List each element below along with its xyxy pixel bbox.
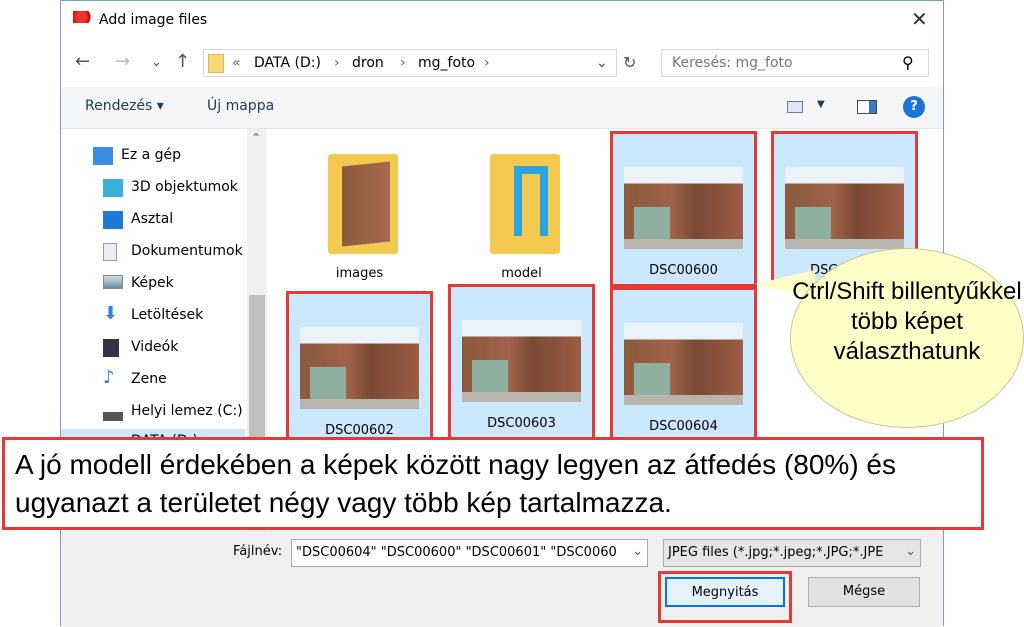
file-name: DSC00602	[325, 423, 394, 438]
separator[interactable]: ›	[334, 55, 340, 71]
file-item-dsc00603[interactable]: DSC00603	[448, 284, 595, 440]
photo-thumbnail	[624, 167, 743, 249]
file-name: model	[501, 266, 542, 281]
chevron-down-icon[interactable]: ⌄	[632, 544, 643, 559]
file-item-model[interactable]: model	[450, 136, 593, 288]
chevron-down-icon[interactable]: ⌄	[905, 544, 916, 559]
recent-dropdown[interactable]: ⌄	[151, 55, 162, 70]
toolbar: Rendezés ▾ Új mappa ▼ ?	[61, 87, 943, 129]
cube-icon	[103, 179, 123, 197]
refresh-button[interactable]: ↻	[623, 53, 636, 72]
app-icon	[73, 11, 93, 23]
folder-icon	[208, 54, 224, 73]
search-placeholder: Keresés: mg_foto	[672, 55, 793, 71]
search-icon: ⚲	[902, 53, 914, 72]
photo-thumbnail	[300, 327, 419, 409]
dialog-footer: Fájlnév: "DSC00604" "DSC00600" "DSC00601…	[61, 531, 943, 627]
download-icon: ⬇	[103, 303, 119, 324]
drive-icon	[103, 403, 123, 421]
cancel-button[interactable]: Mégse	[808, 577, 920, 607]
video-icon	[103, 339, 119, 357]
separator[interactable]: ›	[484, 55, 490, 71]
photo-thumbnail	[624, 323, 743, 405]
separator[interactable]: ›	[400, 55, 406, 71]
folder-icon	[490, 154, 560, 254]
preview-pane-icon[interactable]	[857, 100, 877, 114]
overflow-chevron[interactable]: «	[232, 55, 241, 71]
sidebar-item-label: Asztal	[131, 211, 174, 227]
sidebar-item-label: 3D objektumok	[131, 179, 238, 195]
pictures-icon	[103, 275, 123, 289]
filename-label: Fájlnév:	[233, 544, 283, 559]
file-item-dsc00600[interactable]: DSC00600	[610, 131, 757, 287]
view-icon[interactable]	[787, 101, 803, 113]
file-item-dsc00602[interactable]: DSC00602	[286, 291, 433, 447]
open-button[interactable]: Megnyitás	[665, 577, 785, 607]
window-title: Add image files	[99, 12, 208, 28]
filename-input[interactable]: "DSC00604" "DSC00600" "DSC00601" "DSC006…	[291, 539, 648, 567]
scroll-up-icon[interactable]: ⌃	[251, 131, 261, 145]
breadcrumb-data[interactable]: DATA (D:)	[254, 55, 321, 71]
search-input[interactable]: Keresés: mg_foto ⚲	[661, 49, 929, 77]
photo-thumbnail	[785, 167, 904, 249]
new-folder-button[interactable]: Új mappa	[207, 98, 274, 114]
breadcrumb-dron[interactable]: dron	[352, 55, 384, 71]
sidebar-item-label: Ez a gép	[121, 147, 182, 163]
file-name: images	[335, 266, 384, 281]
help-button[interactable]: ?	[903, 96, 925, 118]
file-item-dsc00604[interactable]: DSC00604	[610, 287, 757, 443]
desktop-icon	[103, 211, 123, 229]
sidebar-item-label: Helyi lemez (C:)	[131, 403, 243, 419]
filename-value: "DSC00604" "DSC00600" "DSC00601" "DSC006…	[296, 545, 617, 560]
music-icon: ♪	[103, 367, 115, 388]
close-button[interactable]: ✕	[911, 7, 928, 31]
file-name: DSC00600	[649, 263, 718, 278]
back-button[interactable]: ←	[75, 51, 90, 72]
address-bar[interactable]: « DATA (D:) › dron › mg_foto › ⌄	[203, 49, 617, 77]
file-type-value: JPEG files (*.jpg;*.jpeg;*.JPG;*.JPE	[668, 545, 884, 560]
forward-button[interactable]: →	[115, 51, 130, 72]
address-dropdown[interactable]: ⌄	[596, 55, 608, 71]
computer-icon	[93, 147, 113, 165]
document-icon	[103, 243, 117, 261]
file-type-select[interactable]: JPEG files (*.jpg;*.jpeg;*.JPG;*.JPE ⌄	[663, 539, 921, 567]
sidebar-item-label: Dokumentumok	[131, 243, 243, 259]
view-dropdown-icon[interactable]: ▼	[817, 99, 825, 110]
title-bar: Add image files ✕	[61, 1, 943, 41]
breadcrumb-mg-foto[interactable]: mg_foto	[418, 55, 475, 71]
folder-icon	[328, 154, 398, 254]
sidebar-item-label: Videók	[131, 339, 179, 355]
annotation-box: A jó modell érdekében a képek között nag…	[2, 437, 984, 530]
sidebar-item-label: Képek	[131, 275, 174, 291]
file-name: DSC00604	[649, 419, 718, 434]
sidebar-item-label: Letöltések	[131, 307, 204, 323]
file-name: DSC00603	[487, 416, 556, 431]
organize-button[interactable]: Rendezés ▾	[85, 98, 164, 114]
callout-bubble: Ctrl/Shift billentyűkkel több képet vála…	[790, 248, 1024, 428]
sidebar-item-label: Zene	[131, 371, 167, 387]
photo-thumbnail	[462, 320, 581, 402]
file-item-images[interactable]: images	[288, 136, 431, 288]
scrollbar-thumb[interactable]	[249, 295, 265, 455]
up-button[interactable]: ↑	[175, 51, 190, 72]
nav-bar: ← → ⌄ ↑ « DATA (D:) › dron › mg_foto › ⌄…	[61, 45, 943, 81]
